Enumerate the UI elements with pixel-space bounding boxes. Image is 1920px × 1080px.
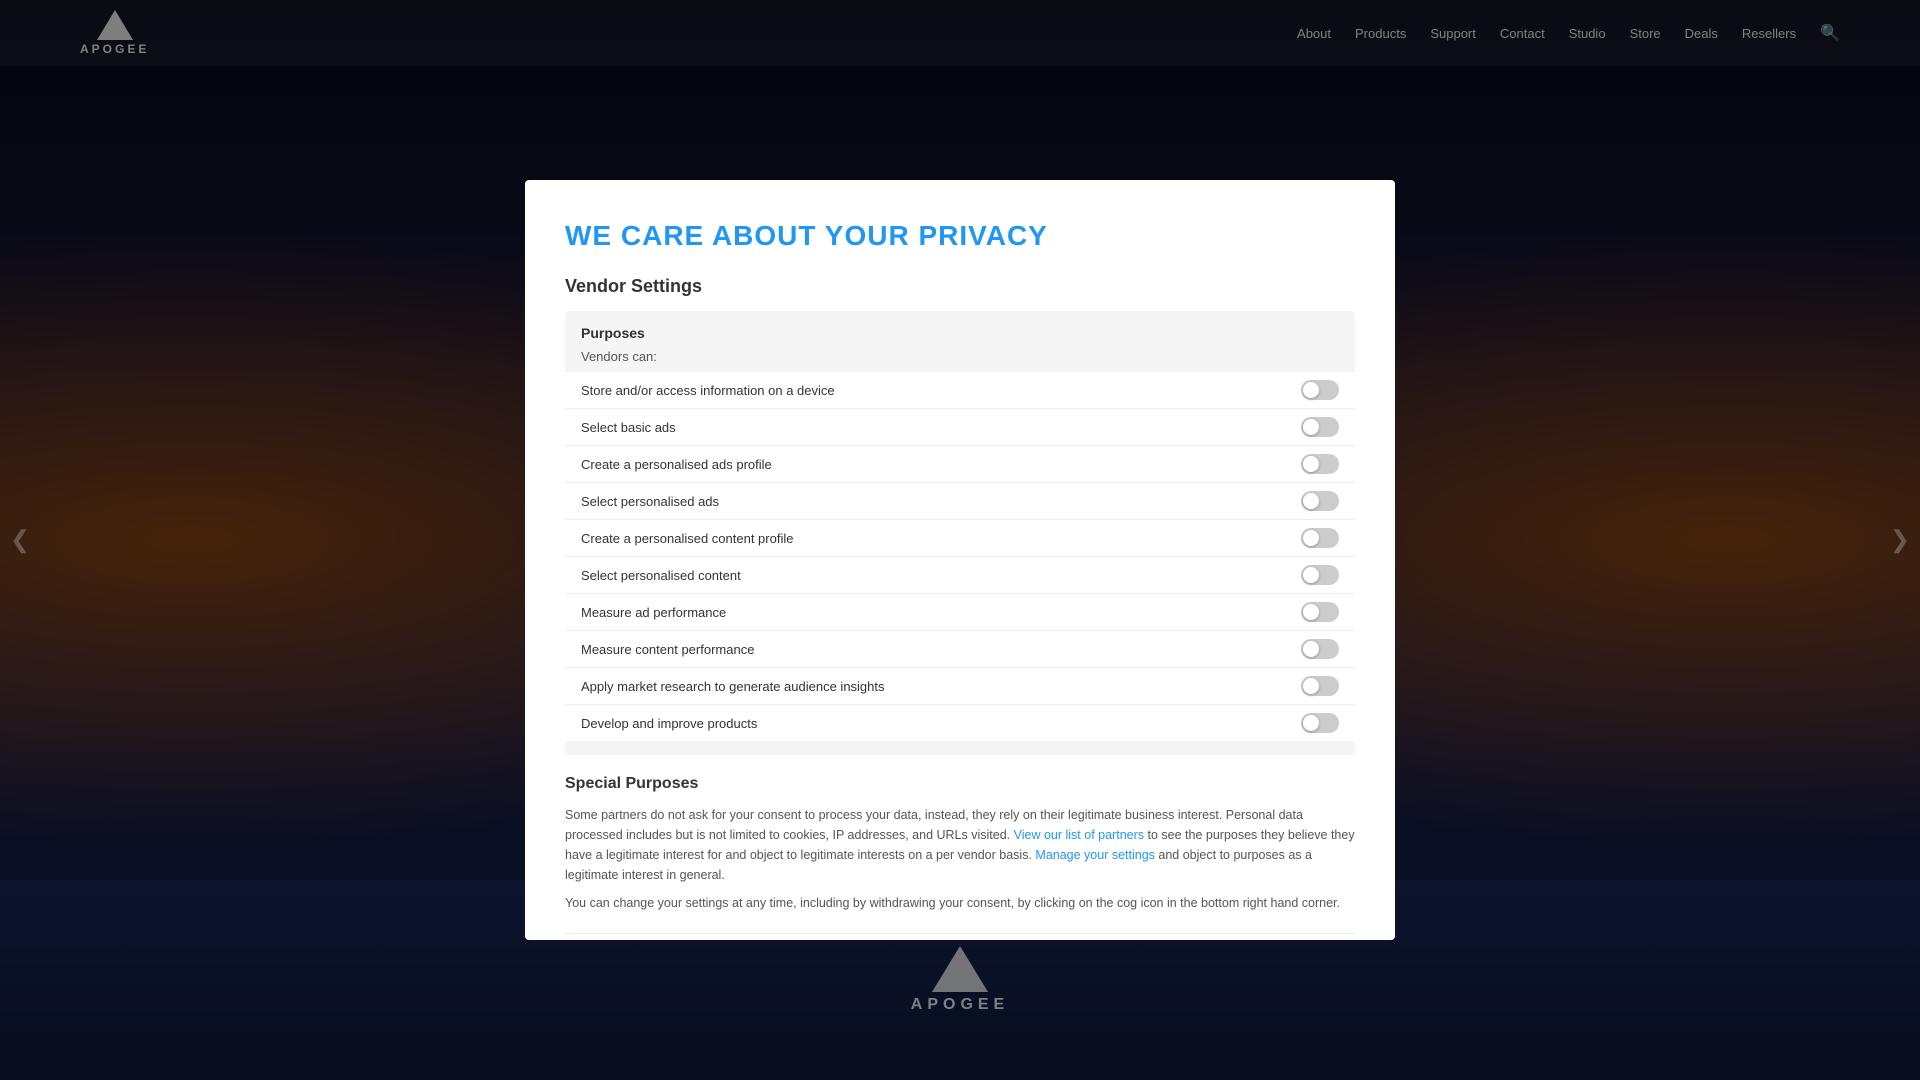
- modal-footer: Manage Settings Vendors Accept All Rejec…: [565, 933, 1355, 940]
- partners-link[interactable]: View our list of partners: [1014, 828, 1144, 842]
- toggle-row: Develop and improve products: [565, 705, 1355, 741]
- toggle-label: Select personalised ads: [581, 494, 719, 509]
- toggle-label: Apply market research to generate audien…: [581, 679, 885, 694]
- toggle-switch[interactable]: [1301, 417, 1339, 437]
- toggle-rows-container: Store and/or access information on a dev…: [565, 372, 1355, 741]
- modal-title: WE CARE ABOUT YOUR PRIVACY: [565, 220, 1355, 252]
- vendors-can-label: Vendors can:: [565, 349, 1355, 372]
- toggle-label: Select personalised content: [581, 568, 741, 583]
- toggle-switch[interactable]: [1301, 565, 1339, 585]
- toggle-row: Select personalised content: [565, 557, 1355, 594]
- toggle-switch[interactable]: [1301, 713, 1339, 733]
- toggle-row: Select basic ads: [565, 409, 1355, 446]
- toggle-switch[interactable]: [1301, 454, 1339, 474]
- toggle-switch[interactable]: [1301, 528, 1339, 548]
- special-purposes-section: Special Purposes Some partners do not as…: [565, 775, 1355, 913]
- toggle-row: Select personalised ads: [565, 483, 1355, 520]
- toggle-label: Measure content performance: [581, 642, 754, 657]
- toggle-row: Apply market research to generate audien…: [565, 668, 1355, 705]
- special-purposes-title: Special Purposes: [565, 775, 1355, 793]
- toggle-label: Select basic ads: [581, 420, 676, 435]
- settings-change-note: You can change your settings at any time…: [565, 893, 1355, 913]
- toggle-switch[interactable]: [1301, 676, 1339, 696]
- toggle-row: Measure ad performance: [565, 594, 1355, 631]
- toggle-switch[interactable]: [1301, 639, 1339, 659]
- modal-backdrop: WE CARE ABOUT YOUR PRIVACY Vendor Settin…: [0, 0, 1920, 1080]
- purposes-label: Purposes: [565, 325, 1355, 341]
- toggle-row: Create a personalised content profile: [565, 520, 1355, 557]
- special-text-1: Some partners do not ask for your consen…: [565, 805, 1355, 885]
- toggle-row: Measure content performance: [565, 631, 1355, 668]
- toggle-switch[interactable]: [1301, 380, 1339, 400]
- toggle-row: Store and/or access information on a dev…: [565, 372, 1355, 409]
- toggle-switch[interactable]: [1301, 491, 1339, 511]
- purposes-container: Purposes Vendors can: Store and/or acces…: [565, 311, 1355, 755]
- toggle-row: Create a personalised ads profile: [565, 446, 1355, 483]
- toggle-label: Develop and improve products: [581, 716, 757, 731]
- toggle-label: Create a personalised content profile: [581, 531, 793, 546]
- vendor-settings-title: Vendor Settings: [565, 276, 1355, 297]
- toggle-switch[interactable]: [1301, 602, 1339, 622]
- toggle-label: Store and/or access information on a dev…: [581, 383, 835, 398]
- privacy-modal: WE CARE ABOUT YOUR PRIVACY Vendor Settin…: [525, 180, 1395, 940]
- toggle-label: Create a personalised ads profile: [581, 457, 772, 472]
- toggle-label: Measure ad performance: [581, 605, 726, 620]
- manage-settings-link[interactable]: Manage your settings: [1035, 848, 1155, 862]
